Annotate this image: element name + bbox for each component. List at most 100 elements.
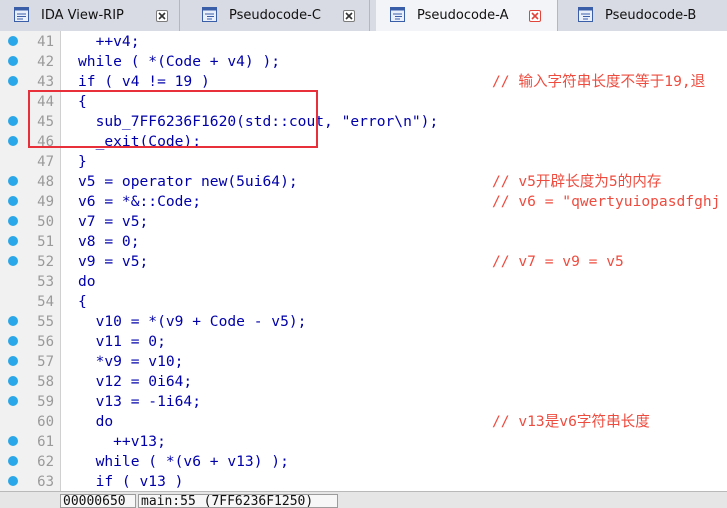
line-number: 60 [37, 414, 54, 430]
breakpoint-dot-icon[interactable] [8, 196, 18, 206]
tab-ida-view-rip[interactable]: IDA View-RIP [0, 0, 180, 31]
code-text[interactable]: ++v13; [78, 432, 166, 452]
code-text[interactable]: if ( v4 != 19 ) [78, 72, 210, 92]
code-line[interactable]: 59 v13 = -1i64; [0, 392, 727, 412]
code-line[interactable]: 53 do [0, 272, 727, 292]
code-line[interactable]: 42 while ( *(Code + v4) ); [0, 52, 727, 72]
code-line[interactable]: 61 ++v13; [0, 432, 727, 452]
code-text[interactable]: } [78, 152, 87, 172]
code-line[interactable]: 49 v6 = *&::Code; // v6 = "qwertyuiopasdfg… [0, 192, 727, 212]
line-number: 41 [37, 34, 54, 50]
code-text[interactable]: v13 = -1i64; [78, 392, 201, 412]
code-text[interactable]: v9 = v5; [78, 252, 148, 272]
breakpoint-dot-icon[interactable] [8, 136, 18, 146]
breakpoint-dot-icon[interactable] [8, 116, 18, 126]
disassembly-view-icon [14, 7, 29, 22]
code-text[interactable]: v8 = 0; [78, 232, 140, 252]
highlight-box [28, 90, 318, 148]
tab-label: IDA View-RIP [41, 8, 124, 23]
code-line[interactable]: 50 v7 = v5; [0, 212, 727, 232]
code-line[interactable]: 41 ++v4; [0, 32, 727, 52]
line-number: 56 [37, 334, 54, 350]
code-text[interactable]: do [78, 272, 96, 292]
pseudocode-view-icon [390, 7, 405, 22]
tab-bar: IDA View-RIP Pseudocode-C Pseudocode-A P… [0, 0, 727, 32]
code-text[interactable]: while ( *(Code + v4) ); [78, 52, 280, 72]
pseudocode-view-icon [202, 7, 217, 22]
close-icon[interactable] [529, 10, 541, 22]
line-number: 58 [37, 374, 54, 390]
breakpoint-dot-icon[interactable] [8, 316, 18, 326]
tab-label: Pseudocode-B [605, 8, 697, 23]
code-line[interactable]: 58 v12 = 0i64; [0, 372, 727, 392]
tab-pseudocode-a[interactable]: Pseudocode-A [376, 0, 558, 31]
breakpoint-dot-icon[interactable] [8, 216, 18, 226]
code-line[interactable]: 63 if ( v13 ) [0, 472, 727, 491]
code-line[interactable]: 51 v8 = 0; [0, 232, 727, 252]
code-text[interactable]: do [78, 412, 114, 432]
code-line[interactable]: 47} [0, 152, 727, 172]
code-line[interactable]: 57 *v9 = v10; [0, 352, 727, 372]
code-text[interactable]: v5 = operator new(5ui64); [78, 172, 298, 192]
breakpoint-dot-icon[interactable] [8, 36, 18, 46]
code-line[interactable]: 56 v11 = 0; [0, 332, 727, 352]
line-number: 63 [37, 474, 54, 490]
code-text[interactable]: ++v4; [78, 32, 140, 52]
tab-pseudocode-b[interactable]: Pseudocode-B [564, 0, 727, 31]
breakpoint-dot-icon[interactable] [8, 436, 18, 446]
code-line[interactable]: 55 v10 = *(v9 + Code - v5); [0, 312, 727, 332]
line-number: 52 [37, 254, 54, 270]
code-comment[interactable]: // v7 = v9 = v5 [492, 252, 624, 272]
code-line[interactable]: 54 { [0, 292, 727, 312]
breakpoint-dot-icon[interactable] [8, 376, 18, 386]
line-number: 49 [37, 194, 54, 210]
status-address: 00000650 [60, 494, 136, 508]
code-text[interactable]: v6 = *&::Code; [78, 192, 201, 212]
status-bar: 00000650 main:55 (7FF6236F1250) [0, 491, 727, 508]
breakpoint-dot-icon[interactable] [8, 356, 18, 366]
breakpoint-dot-icon[interactable] [8, 396, 18, 406]
code-line[interactable]: 43 if ( v4 != 19 ) // 输入字符串长度不等于19,退 [0, 72, 727, 92]
tab-pseudocode-c[interactable]: Pseudocode-C [188, 0, 370, 31]
breakpoint-dot-icon[interactable] [8, 56, 18, 66]
code-text[interactable]: v10 = *(v9 + Code - v5); [78, 312, 307, 332]
code-comment[interactable]: // v6 = "qwertyuiopasdfghj [492, 192, 720, 212]
code-comment[interactable]: // 输入字符串长度不等于19,退 [492, 72, 705, 92]
code-comment[interactable]: // v5开辟长度为5的内存 [492, 172, 661, 192]
line-number: 47 [37, 154, 54, 170]
breakpoint-dot-icon[interactable] [8, 476, 18, 486]
close-icon[interactable] [343, 10, 355, 22]
breakpoint-dot-icon[interactable] [8, 256, 18, 266]
code-text[interactable]: if ( v13 ) [78, 472, 184, 491]
code-comment[interactable]: // v13是v6字符串长度 [492, 412, 650, 432]
line-number: 43 [37, 74, 54, 90]
line-number: 61 [37, 434, 54, 450]
line-number: 42 [37, 54, 54, 70]
tab-label: Pseudocode-C [229, 8, 321, 23]
breakpoint-dot-icon[interactable] [8, 76, 18, 86]
line-number: 48 [37, 174, 54, 190]
line-number: 59 [37, 394, 54, 410]
code-line[interactable]: 48 v5 = operator new(5ui64); // v5开辟长度为5的内… [0, 172, 727, 192]
pseudocode-editor[interactable]: 41 ++v4; 42 while ( *(Code + v4) ); 43 if ( … [0, 31, 727, 491]
code-text[interactable]: v11 = 0; [78, 332, 166, 352]
code-text[interactable]: while ( *(v6 + v13) ); [78, 452, 289, 472]
code-text[interactable]: { [78, 292, 87, 312]
code-line[interactable]: 60 do // v13是v6字符串长度 [0, 412, 727, 432]
line-number: 50 [37, 214, 54, 230]
code-line[interactable]: 62 while ( *(v6 + v13) ); [0, 452, 727, 472]
line-number: 55 [37, 314, 54, 330]
line-number: 54 [37, 294, 54, 310]
breakpoint-dot-icon[interactable] [8, 236, 18, 246]
code-text[interactable]: v12 = 0i64; [78, 372, 193, 392]
tab-label: Pseudocode-A [417, 8, 509, 23]
breakpoint-dot-icon[interactable] [8, 176, 18, 186]
code-text[interactable]: *v9 = v10; [78, 352, 184, 372]
breakpoint-dot-icon[interactable] [8, 336, 18, 346]
code-text[interactable]: v7 = v5; [78, 212, 148, 232]
status-location: main:55 (7FF6236F1250) [138, 494, 338, 508]
pseudocode-view-icon [578, 7, 593, 22]
close-icon[interactable] [156, 10, 168, 22]
breakpoint-dot-icon[interactable] [8, 456, 18, 466]
code-line[interactable]: 52 v9 = v5; // v7 = v9 = v5 [0, 252, 727, 272]
